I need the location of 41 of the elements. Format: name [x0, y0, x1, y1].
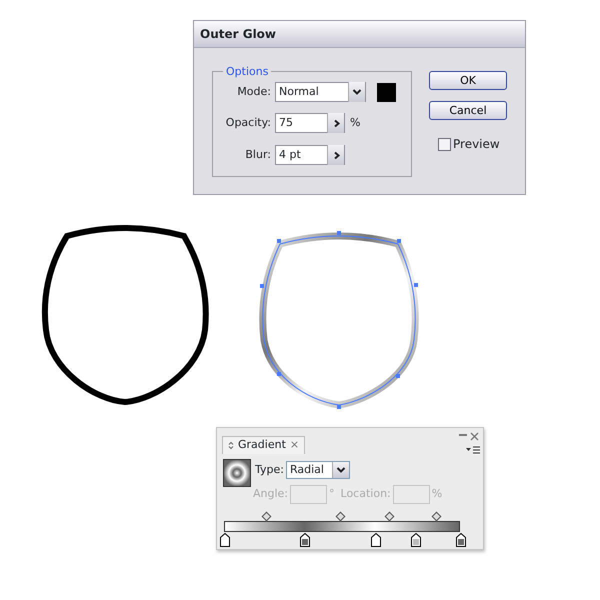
midpoint-handle[interactable]: [384, 512, 395, 522]
dialog-button[interactable]: OK: [429, 71, 507, 90]
type-dropdown[interactable]: Radial: [286, 461, 350, 479]
field-label: Blur:: [244, 146, 272, 163]
color-swatch[interactable]: [377, 82, 396, 102]
color-stop[interactable]: [220, 533, 230, 547]
checkbox-label: Preview: [453, 136, 500, 153]
number-field[interactable]: 4 pt: [275, 145, 345, 165]
midpoint-handle[interactable]: [432, 512, 442, 522]
chevron-right-icon: [332, 118, 340, 128]
color-stop[interactable]: [456, 533, 466, 547]
panel-tab[interactable]: Gradient ×: [222, 436, 306, 454]
mode-dropdown[interactable]: Normal: [275, 82, 366, 102]
color-stop[interactable]: [411, 533, 422, 547]
group-label: Options: [223, 64, 272, 80]
number-field[interactable]: [290, 485, 328, 504]
grip-icon: [228, 441, 234, 450]
unit-label: °: [329, 486, 335, 502]
unit-label: %: [432, 486, 442, 502]
close-icon[interactable]: ×: [290, 437, 300, 454]
gradient-slider-track[interactable]: [224, 521, 460, 532]
preview-checkbox[interactable]: [438, 138, 451, 150]
chevron-down-icon: [352, 88, 362, 96]
field-label: Type:: [255, 462, 284, 478]
field-label: Opacity:: [224, 114, 272, 131]
number-field[interactable]: [392, 485, 430, 504]
field-label: Mode:: [236, 84, 272, 100]
field-label: Location:: [340, 486, 391, 502]
color-stop[interactable]: [300, 533, 310, 547]
unit-label: %: [350, 114, 360, 131]
tab-label: Gradient: [238, 437, 286, 454]
midpoint-handle[interactable]: [335, 512, 346, 522]
number-field[interactable]: 75: [275, 113, 345, 133]
window-title: Outer Glow: [194, 21, 525, 48]
dialog-button[interactable]: Cancel: [429, 101, 507, 120]
chevron-down-icon: [336, 466, 346, 474]
chevron-right-icon: [332, 150, 340, 160]
gradient-swatch-icon[interactable]: [223, 459, 251, 487]
color-stop[interactable]: [371, 533, 382, 547]
midpoint-handle[interactable]: [262, 512, 272, 522]
field-label: Angle:: [253, 486, 288, 502]
